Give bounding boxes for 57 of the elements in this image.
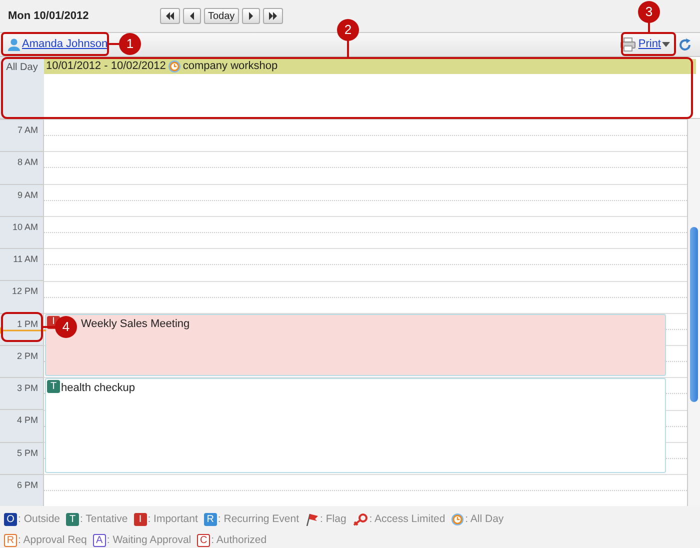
caret-icon bbox=[662, 42, 670, 47]
clock-icon bbox=[168, 60, 181, 73]
legend-label: : Flag bbox=[320, 512, 346, 527]
event-title: company workshop bbox=[182, 59, 278, 74]
legend-label: : Authorized bbox=[211, 532, 267, 548]
forward-arrow-icon bbox=[266, 10, 279, 22]
event-dates: 10/01/2012 - 10/02/2012 bbox=[46, 59, 166, 74]
hour-label: 4 PM bbox=[16, 414, 38, 428]
legend-label: : Tentative bbox=[80, 512, 128, 527]
legend-label: : Recurring Event bbox=[218, 512, 300, 527]
refresh-icon[interactable] bbox=[678, 38, 692, 52]
hour-label: 9 AM bbox=[17, 188, 38, 202]
key-icon bbox=[352, 513, 368, 526]
hour-label: 2 PM bbox=[16, 350, 38, 363]
hour-label: 3 PM bbox=[16, 382, 38, 395]
today-button[interactable]: Today bbox=[204, 8, 239, 24]
event-title: health checkup bbox=[61, 381, 135, 396]
nav-button[interactable] bbox=[160, 8, 180, 24]
status-badge: T bbox=[66, 513, 80, 526]
legend-label: : Access Limited bbox=[369, 512, 446, 527]
back-arrow-icon bbox=[164, 10, 176, 22]
nav-button[interactable] bbox=[262, 8, 283, 24]
status-badge: R bbox=[204, 513, 217, 526]
hour-label: 8 AM bbox=[17, 156, 38, 170]
user-link[interactable]: Amanda Johnson bbox=[22, 36, 108, 53]
legend-label: : Outside bbox=[18, 512, 60, 527]
nav-button[interactable] bbox=[242, 8, 260, 24]
hour-label: 1 PM bbox=[16, 318, 38, 330]
status-badge: I bbox=[134, 513, 147, 526]
flag-icon bbox=[305, 513, 320, 526]
all-day-label: All Day bbox=[6, 61, 38, 75]
clock-icon bbox=[451, 513, 464, 526]
hour-label: 12 PM bbox=[12, 285, 38, 298]
hour-label: 6 PM bbox=[16, 478, 38, 492]
current-date: Mon 10/01/2012 bbox=[8, 8, 90, 24]
status-badge: A bbox=[92, 534, 106, 548]
event-block[interactable]: T health checkup bbox=[45, 378, 666, 474]
status-badge: T bbox=[47, 380, 60, 394]
status-badge: R bbox=[4, 534, 17, 548]
hour-label: 7 AM bbox=[17, 124, 38, 137]
printer-icon bbox=[620, 37, 636, 52]
legend-label: : Approval Req bbox=[18, 532, 87, 548]
status-badge: O bbox=[4, 513, 17, 526]
hour-label: 5 PM bbox=[16, 446, 38, 460]
scrollbar[interactable] bbox=[687, 119, 700, 506]
current-time-marker bbox=[0, 327, 46, 334]
print-link[interactable]: Print bbox=[638, 36, 661, 53]
legend-label: : Waiting Approval bbox=[106, 532, 192, 548]
event-title: Weekly Sales Meeting bbox=[81, 316, 190, 332]
all-day-event[interactable]: 10/01/2012 - 10/02/2012 company workshop bbox=[44, 59, 696, 74]
hour-label: 10 AM bbox=[12, 220, 38, 234]
legend-label: : All Day bbox=[465, 512, 504, 527]
nav-button[interactable] bbox=[183, 8, 201, 24]
user-icon bbox=[8, 38, 20, 51]
legend-label: : Important bbox=[148, 512, 198, 527]
status-badge: C bbox=[197, 534, 210, 548]
hour-label: 11 AM bbox=[13, 253, 38, 266]
